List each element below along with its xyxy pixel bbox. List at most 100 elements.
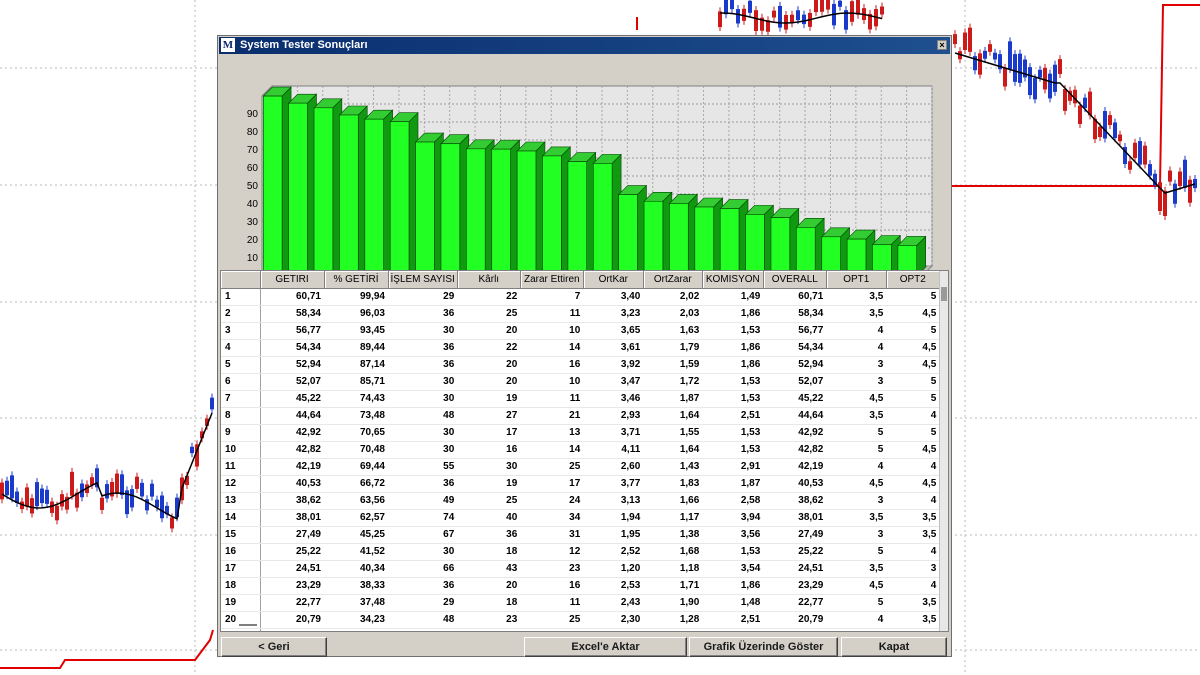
vertical-scrollbar[interactable] (939, 271, 948, 631)
table-row[interactable]: 15 27,49 45,25 67 36 31 1,95 1,38 3,56 27,49 3 3,5 (221, 526, 940, 544)
y-tick-label: 90 (247, 109, 259, 120)
bar[interactable] (617, 184, 648, 277)
column-header[interactable]: OPT2 (886, 271, 940, 289)
table-cell: 1,28 (643, 611, 703, 629)
table-cell: 1,79 (643, 339, 703, 357)
table-cell: 3 (826, 492, 887, 510)
back-button[interactable]: < Geri (221, 637, 327, 657)
table-row[interactable]: 3 56,77 93,45 30 20 10 3,65 1,63 1,53 56,77 4 5 (221, 322, 940, 340)
table-row[interactable]: 7 45,22 74,43 30 19 11 3,46 1,87 1,53 45,22 4,5 5 (221, 390, 940, 408)
bar[interactable] (262, 86, 292, 277)
title-bar[interactable]: M System Tester Sonuçları × (219, 37, 950, 54)
bar[interactable] (465, 139, 495, 277)
table-cell: 31 (520, 526, 584, 544)
table-cell: 42,92 (260, 424, 324, 442)
table-cell: 1,17 (643, 509, 703, 527)
bar[interactable] (592, 153, 622, 277)
table-row[interactable]: 6 52,07 85,71 30 20 10 3,47 1,72 1,53 52,07 3 5 (221, 373, 940, 391)
bar[interactable] (338, 105, 368, 277)
column-header[interactable]: İŞLEM SAYISI (388, 271, 458, 289)
table-cell: 4 (886, 407, 940, 425)
table-row[interactable]: 20 20,79 34,23 48 23 25 2,30 1,28 2,51 20,79 4 3,5 (221, 611, 940, 629)
close-window-icon[interactable]: × (937, 40, 947, 50)
bg-candle (1063, 89, 1067, 111)
table-row[interactable]: 2 58,34 96,03 36 25 11 3,23 2,03 1,86 58,34 3,5 4,5 (221, 305, 940, 323)
export-excel-button[interactable]: Excel'e Aktar (524, 637, 687, 657)
bar[interactable] (287, 93, 318, 277)
table-row[interactable]: 16 25,22 41,52 30 18 12 2,52 1,68 1,53 25,22 5 4 (221, 543, 940, 561)
column-header[interactable]: OrtZarar (643, 271, 703, 289)
bar[interactable] (516, 141, 546, 277)
scrollbar-thumb[interactable] (941, 287, 947, 301)
row-number-cell: 7 (221, 390, 261, 408)
bar[interactable] (364, 109, 394, 277)
table-cell: 38,62 (260, 492, 324, 510)
table-cell: 20,79 (763, 611, 827, 629)
table-row[interactable]: 18 23,29 38,33 36 20 16 2,53 1,71 1,86 23,29 4,5 4 (221, 577, 940, 595)
bar[interactable] (719, 198, 749, 277)
table-row[interactable]: 9 42,92 70,65 30 17 13 3,71 1,55 1,53 42,92 5 5 (221, 424, 940, 442)
bar[interactable] (821, 227, 851, 277)
bar[interactable] (491, 139, 521, 277)
bar[interactable] (440, 134, 470, 277)
bar[interactable] (541, 146, 572, 277)
table-cell: 30 (388, 322, 458, 340)
bar[interactable] (694, 197, 724, 277)
table-cell: 1,86 (702, 356, 764, 374)
show-on-chart-button[interactable]: Grafik Üzerinde Göster (689, 637, 838, 657)
bar[interactable] (795, 217, 825, 277)
bar[interactable] (770, 207, 800, 277)
table-cell: 67 (388, 526, 458, 544)
table-cell: 74,43 (324, 390, 388, 408)
column-header[interactable]: KOMISYON (702, 271, 764, 289)
table-row[interactable]: 10 42,82 70,48 30 16 14 4,11 1,64 1,53 42,82 5 4,5 (221, 441, 940, 459)
table-cell: 3 (826, 373, 887, 391)
results-grid[interactable]: GETIRI% GETİRİ İŞLEM SAYISI Kârlı Zarar Ett… (220, 270, 949, 632)
y-tick-label: 80 (247, 127, 259, 138)
table-row[interactable]: 4 54,34 89,44 36 22 14 3,61 1,79 1,86 54,34 4 4,5 (221, 339, 940, 357)
table-cell: 29 (388, 288, 458, 306)
bar[interactable] (389, 111, 419, 277)
table-cell: 3,5 (886, 611, 940, 629)
close-button[interactable]: Kapat (841, 637, 947, 657)
table-cell: 42,19 (260, 458, 324, 476)
table-cell: 1,64 (643, 441, 703, 459)
column-header[interactable]: GETIRI (260, 271, 325, 289)
table-cell: 38,01 (260, 509, 324, 527)
table-cell: 11 (520, 305, 584, 323)
table-row[interactable]: 11 42,19 69,44 55 30 25 2,60 1,43 2,91 42,19 4 4 (221, 458, 940, 476)
table-cell: 20,79 (260, 611, 324, 629)
bar[interactable] (744, 204, 775, 277)
bg-candle (1118, 134, 1122, 142)
table-row[interactable]: 13 38,62 63,56 49 25 24 3,13 1,66 2,58 38,62 3 4 (221, 492, 940, 510)
column-header[interactable]: OrtKar (583, 271, 644, 289)
column-header[interactable]: % GETİRİ (324, 271, 389, 289)
table-header-row: GETIRI% GETİRİ İŞLEM SAYISI Kârlı Zarar Ett… (221, 271, 940, 289)
bar[interactable] (668, 193, 698, 277)
table-row[interactable]: 19 22,77 37,48 29 18 11 2,43 1,90 1,48 22,77 5 3,5 (221, 594, 940, 612)
bar[interactable] (643, 191, 673, 277)
bg-candle (135, 476, 139, 489)
table-row[interactable]: 17 24,51 40,34 66 43 23 1,20 1,18 3,54 24,51 3,5 3 (221, 560, 940, 578)
table-row[interactable]: 12 40,53 66,72 36 19 17 3,77 1,83 1,87 40,53 4,5 4,… (221, 475, 940, 493)
table-cell: 40 (457, 509, 521, 527)
bg-candle (155, 499, 159, 508)
bg-candle (796, 10, 800, 21)
bar[interactable] (313, 98, 343, 277)
table-row[interactable]: 14 38,01 62,57 74 40 34 1,94 1,17 3,94 38,01 3,5 3,… (221, 509, 940, 527)
bar[interactable] (414, 132, 445, 277)
table-cell: 22,77 (763, 594, 827, 612)
column-header[interactable]: Kârlı (457, 271, 521, 289)
table-row[interactable]: 1 60,71 99,94 29 22 7 3,40 2,02 1,49 60,71 3,5 5 (221, 288, 940, 306)
table-cell: 3,54 (702, 560, 764, 578)
table-cell: 1,95 (583, 526, 644, 544)
column-header[interactable]: OPT1 (826, 271, 887, 289)
column-header[interactable]: OVERALL (763, 271, 827, 289)
column-header-rowno[interactable] (221, 271, 261, 289)
table-row[interactable]: 5 52,94 87,14 36 20 16 3,92 1,59 1,86 52,94 3 4,5 (221, 356, 940, 374)
table-row[interactable]: 2119,7232,464929201,491,182,5819,7243 (221, 628, 940, 631)
bg-candle (953, 34, 957, 45)
column-header[interactable]: Zarar Ettiren (520, 271, 584, 289)
bar[interactable] (567, 151, 597, 277)
table-row[interactable]: 8 44,64 73,48 48 27 21 2,93 1,64 2,51 44,64 3,5 4 (221, 407, 940, 425)
